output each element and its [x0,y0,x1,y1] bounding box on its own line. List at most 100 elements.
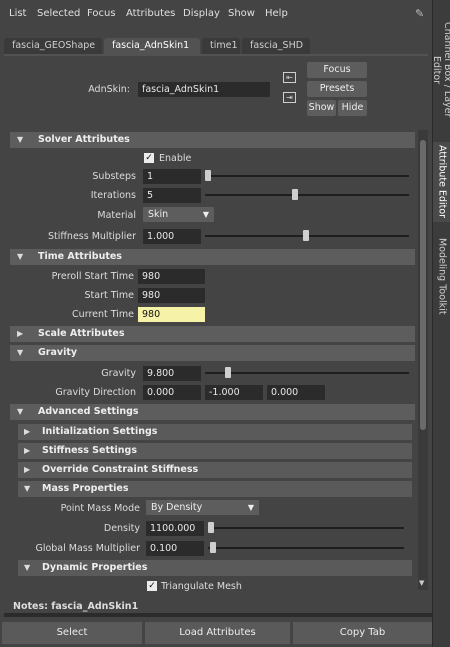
gravity-label: Gravity [101,368,136,379]
collapse-arrow-icon: ▶ [17,329,24,338]
density-slider-handle[interactable] [208,522,214,533]
menu-display[interactable]: Display [183,8,220,19]
substeps-slider-track[interactable] [205,175,409,177]
section-scale-attributes[interactable]: ▶ Scale Attributes [10,326,415,342]
notes-field[interactable] [4,613,432,617]
subsection-stiffness[interactable]: ▶ Stiffness Settings [18,443,412,459]
density-field[interactable]: 1100.000 [146,521,204,536]
scrollbar-thumb[interactable] [420,140,426,430]
tab-adnskin[interactable]: fascia_AdnSkin1 [104,38,200,54]
iterations-field[interactable]: 5 [143,188,201,203]
section-solver-attributes[interactable]: ▼ Solver Attributes [10,132,415,148]
current-time-label: Current Time [72,309,134,320]
gravity-slider-handle[interactable] [225,367,231,378]
menu-bar: List Selected Focus Attributes Display S… [0,0,432,30]
copy-tab-button[interactable]: Copy Tab [293,622,432,644]
start-time-label: Start Time [84,290,134,301]
section-title: Scale Attributes [38,328,125,339]
preroll-field[interactable]: 980 [138,269,205,284]
collapse-arrow-icon: ▶ [24,446,31,455]
gravity-dir-y-field[interactable]: -1.000 [205,385,263,400]
substeps-slider-handle[interactable] [205,170,211,181]
global-mass-slider-track[interactable] [208,547,404,549]
gravity-dir-x-field[interactable]: 0.000 [143,385,201,400]
substeps-label: Substeps [92,171,136,182]
load-attributes-button[interactable]: Load Attributes [145,622,290,644]
expand-arrow-icon: ▼ [17,407,24,416]
gravity-slider-track[interactable] [205,372,409,374]
scroll-down-icon[interactable]: ▼ [419,579,424,587]
material-value: Skin [148,209,169,220]
notes-label: Notes: fascia_AdnSkin1 [13,601,139,612]
side-tab-attribute-editor[interactable]: Attribute Editor [433,142,450,222]
global-mass-slider-handle[interactable] [210,542,216,553]
chevron-down-icon: ▼ [247,503,254,512]
gravity-field[interactable]: 9.800 [143,366,201,381]
menu-show[interactable]: Show [228,8,255,19]
presets-button[interactable]: Presets [307,81,367,97]
show-button[interactable]: Show [307,100,336,116]
expand-arrow-icon: ▼ [24,484,31,493]
stiffness-field[interactable]: 1.000 [143,229,201,244]
tab-geoshape[interactable]: fascia_GEOShape [4,38,102,54]
node-name-field[interactable]: fascia_AdnSkin1 [138,82,270,97]
density-label: Density [103,523,140,534]
subsection-initialization[interactable]: ▶ Initialization Settings [18,424,412,440]
tab-shd[interactable]: fascia_SHD [242,38,310,54]
section-title: Advanced Settings [38,406,139,417]
iterations-slider-track[interactable] [205,194,409,196]
side-tab-channel-box[interactable]: Channel Box / Layer Editor [431,10,450,130]
iterations-label: Iterations [90,190,136,201]
section-advanced-settings[interactable]: ▼ Advanced Settings [10,404,415,420]
stiffness-slider-handle[interactable] [303,230,309,241]
material-label: Material [97,210,136,221]
subsection-title: Mass Properties [42,483,129,494]
menu-attributes[interactable]: Attributes [126,8,175,19]
expand-arrow-icon: ▼ [17,348,24,357]
triangulate-label: Triangulate Mesh [161,581,242,592]
point-mass-mode-label: Point Mass Mode [60,503,140,514]
focus-button[interactable]: Focus [307,62,367,78]
expand-arrow-icon: ▼ [17,252,24,261]
menu-selected[interactable]: Selected [37,8,80,19]
pin-icon[interactable]: ✎ [415,7,427,20]
collapse-arrow-icon: ▶ [24,427,31,436]
iterations-slider-handle[interactable] [292,189,298,200]
tab-time1[interactable]: time1 [202,38,240,54]
side-tab-modeling-toolkit[interactable]: Modeling Toolkit [433,236,450,316]
select-button[interactable]: Select [2,622,142,644]
output-connection-icon[interactable]: ⇥ [283,92,296,103]
density-slider-track[interactable] [208,527,404,529]
gravity-direction-label: Gravity Direction [55,387,136,398]
section-gravity[interactable]: ▼ Gravity [10,345,415,361]
enable-checkbox[interactable]: ✓ [144,153,154,163]
input-connection-icon[interactable]: ⇤ [283,72,296,83]
hide-button[interactable]: Hide [338,100,367,116]
global-mass-multiplier-field[interactable]: 0.100 [146,541,204,556]
menu-list[interactable]: List [9,8,26,19]
subsection-mass-properties[interactable]: ▼ Mass Properties [18,481,412,497]
side-tab-strip: Channel Box / Layer Editor Attribute Edi… [431,0,450,647]
subsection-dynamic-properties[interactable]: ▼ Dynamic Properties [18,560,412,576]
subsection-title: Initialization Settings [42,426,158,437]
material-dropdown[interactable]: Skin ▼ [143,207,214,222]
point-mass-mode-dropdown[interactable]: By Density ▼ [146,500,259,515]
expand-arrow-icon: ▼ [24,563,31,572]
menu-focus[interactable]: Focus [87,8,116,19]
section-time-attributes[interactable]: ▼ Time Attributes [10,249,415,265]
substeps-field[interactable]: 1 [143,169,201,184]
start-time-field[interactable]: 980 [138,288,205,303]
current-time-field[interactable]: 980 [138,307,205,322]
subsection-override-constraint[interactable]: ▶ Override Constraint Stiffness [18,462,412,478]
subsection-title: Stiffness Settings [42,445,137,456]
preroll-label: Preroll Start Time [51,271,134,282]
gravity-dir-z-field[interactable]: 0.000 [267,385,325,400]
tab-underline [4,54,428,56]
expand-arrow-icon: ▼ [17,135,24,144]
triangulate-checkbox[interactable]: ✓ [147,581,157,591]
global-mass-multiplier-label: Global Mass Multiplier [35,543,140,554]
menu-help[interactable]: Help [265,8,288,19]
stiffness-label: Stiffness Multiplier [47,231,136,242]
section-title: Time Attributes [38,251,122,262]
section-title: Gravity [38,347,78,358]
